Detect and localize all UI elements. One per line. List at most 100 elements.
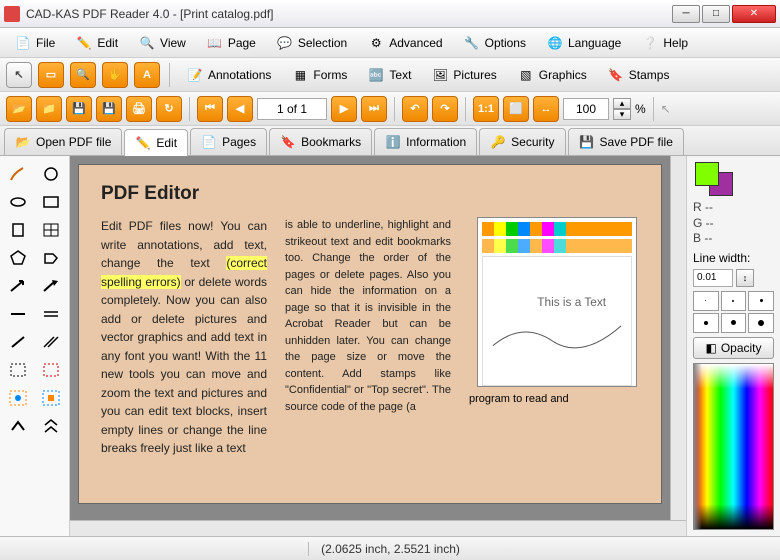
separator [465, 97, 466, 121]
ellipse-tool[interactable] [4, 190, 32, 214]
cursor-icon: ↖ [661, 102, 671, 116]
marquee-tool[interactable]: ▭ [38, 62, 64, 88]
mode-pictures[interactable]: 🖼Pictures [424, 63, 503, 87]
cap-5[interactable] [721, 313, 747, 333]
cursor-coords: (2.0625 inch, 2.5521 inch) [308, 542, 472, 556]
zoom-tool[interactable]: 🔍 [70, 62, 96, 88]
main-area: PDF Editor Edit PDF files now! You can w… [0, 156, 780, 536]
document-scroll[interactable]: PDF Editor Edit PDF files now! You can w… [70, 156, 670, 520]
prev-page-button[interactable]: ◀ [227, 96, 253, 122]
menu-page[interactable]: 📖Page [198, 31, 264, 55]
minimize-button[interactable]: ─ [672, 5, 700, 23]
vertical-scrollbar[interactable] [670, 156, 686, 520]
open-button[interactable]: 📂 [6, 96, 32, 122]
line-tool[interactable] [4, 330, 32, 354]
caret-up-tool[interactable] [4, 414, 32, 438]
line-cap-grid [693, 291, 774, 333]
hand-tool[interactable]: ✋ [102, 62, 128, 88]
open2-button[interactable]: 📁 [36, 96, 62, 122]
rotate-left-button[interactable]: ↶ [402, 96, 428, 122]
menu-options[interactable]: 🔧Options [455, 31, 534, 55]
save-icon: 💾 [579, 134, 595, 150]
magic-select-tool[interactable] [4, 386, 32, 410]
page-input[interactable] [257, 98, 327, 120]
status-bar: (2.0625 inch, 2.5521 inch) [0, 536, 780, 560]
text-select-tool[interactable]: A [134, 62, 160, 88]
fit-page-button[interactable]: ⬜ [503, 96, 529, 122]
linewidth-input[interactable] [693, 269, 733, 287]
mode-forms[interactable]: ▦Forms [284, 63, 354, 87]
hline-tool[interactable] [4, 302, 32, 326]
folder-icon: 📂 [15, 134, 31, 150]
actual-size-button[interactable]: 1:1 [473, 96, 499, 122]
tab-security[interactable]: 🔑Security [479, 128, 565, 155]
menu-file[interactable]: 📄File [6, 31, 63, 55]
key-icon: 🔑 [490, 134, 506, 150]
tab-save[interactable]: 💾Save PDF file [568, 128, 684, 155]
color-swatches[interactable] [693, 162, 774, 196]
color-picker[interactable] [693, 363, 774, 530]
circle-tool[interactable] [37, 162, 65, 186]
brush-tool[interactable] [4, 162, 32, 186]
last-page-button[interactable]: ⏭ [361, 96, 387, 122]
maximize-button[interactable]: □ [702, 5, 730, 23]
zoom-down[interactable]: ▾ [613, 109, 631, 120]
cap-1[interactable] [693, 291, 719, 311]
double-line-tool[interactable] [37, 330, 65, 354]
menu-advanced[interactable]: ⚙Advanced [359, 31, 450, 55]
pointer-tool[interactable]: ↖ [6, 62, 32, 88]
menu-view[interactable]: 🔍View [130, 31, 194, 55]
foreground-swatch[interactable] [695, 162, 719, 186]
menu-help[interactable]: ❔Help [633, 31, 696, 55]
tab-bookmarks[interactable]: 🔖Bookmarks [269, 128, 372, 155]
select-rect2-tool[interactable] [37, 358, 65, 382]
menu-selection[interactable]: 💬Selection [268, 31, 355, 55]
options-icon: 🔧 [463, 34, 481, 52]
linewidth-stepper[interactable]: ↕ [736, 269, 754, 287]
opacity-button[interactable]: ◧Opacity [693, 337, 774, 359]
tab-open[interactable]: 📂Open PDF file [4, 128, 122, 155]
mode-stamps[interactable]: 🔖Stamps [600, 63, 677, 87]
cap-2[interactable] [721, 291, 747, 311]
close-button[interactable]: ✕ [732, 5, 776, 23]
next-page-button[interactable]: ▶ [331, 96, 357, 122]
print-button[interactable]: 🖨 [126, 96, 152, 122]
magic-select2-tool[interactable] [37, 386, 65, 410]
tab-pages[interactable]: 📄Pages [190, 128, 267, 155]
polygon-tool[interactable] [4, 246, 32, 270]
horizontal-scrollbar[interactable] [70, 520, 686, 536]
mode-annotations[interactable]: 📝Annotations [179, 63, 278, 87]
saveas-button[interactable]: 💾 [96, 96, 122, 122]
refresh-button[interactable]: ↻ [156, 96, 182, 122]
cap-3[interactable] [748, 291, 774, 311]
cap-4[interactable] [693, 313, 719, 333]
menu-edit[interactable]: ✏️Edit [67, 31, 126, 55]
rect-tool[interactable] [37, 190, 65, 214]
cap-6[interactable] [748, 313, 774, 333]
tab-information[interactable]: ℹ️Information [374, 128, 477, 155]
double-hline-tool[interactable] [37, 302, 65, 326]
annotations-icon: 📝 [186, 66, 204, 84]
pentagon-tool[interactable] [37, 246, 65, 270]
mode-graphics[interactable]: ▧Graphics [510, 63, 594, 87]
stamps-icon: 🔖 [607, 66, 625, 84]
mode-text[interactable]: 🔤Text [360, 63, 418, 87]
arrow-tool[interactable] [4, 274, 32, 298]
rotate-right-button[interactable]: ↷ [432, 96, 458, 122]
menu-language[interactable]: 🌐Language [538, 31, 629, 55]
double-caret-tool[interactable] [37, 414, 65, 438]
save-button[interactable]: 💾 [66, 96, 92, 122]
zoom-input[interactable] [563, 98, 609, 120]
first-page-button[interactable]: ⏮ [197, 96, 223, 122]
arrow-solid-tool[interactable] [37, 274, 65, 298]
bookmark-icon: 🔖 [280, 134, 296, 150]
fit-width-button[interactable]: ↔ [533, 96, 559, 122]
select-rect-tool[interactable] [4, 358, 32, 382]
edit-icon: ✏️ [75, 34, 93, 52]
tab-edit[interactable]: ✏️Edit [124, 129, 188, 156]
menu-bar: 📄File ✏️Edit 🔍View 📖Page 💬Selection ⚙Adv… [0, 28, 780, 58]
grid-tool[interactable] [37, 218, 65, 242]
selection-icon: 💬 [276, 34, 294, 52]
zoom-up[interactable]: ▴ [613, 98, 631, 109]
square-tool[interactable] [4, 218, 32, 242]
